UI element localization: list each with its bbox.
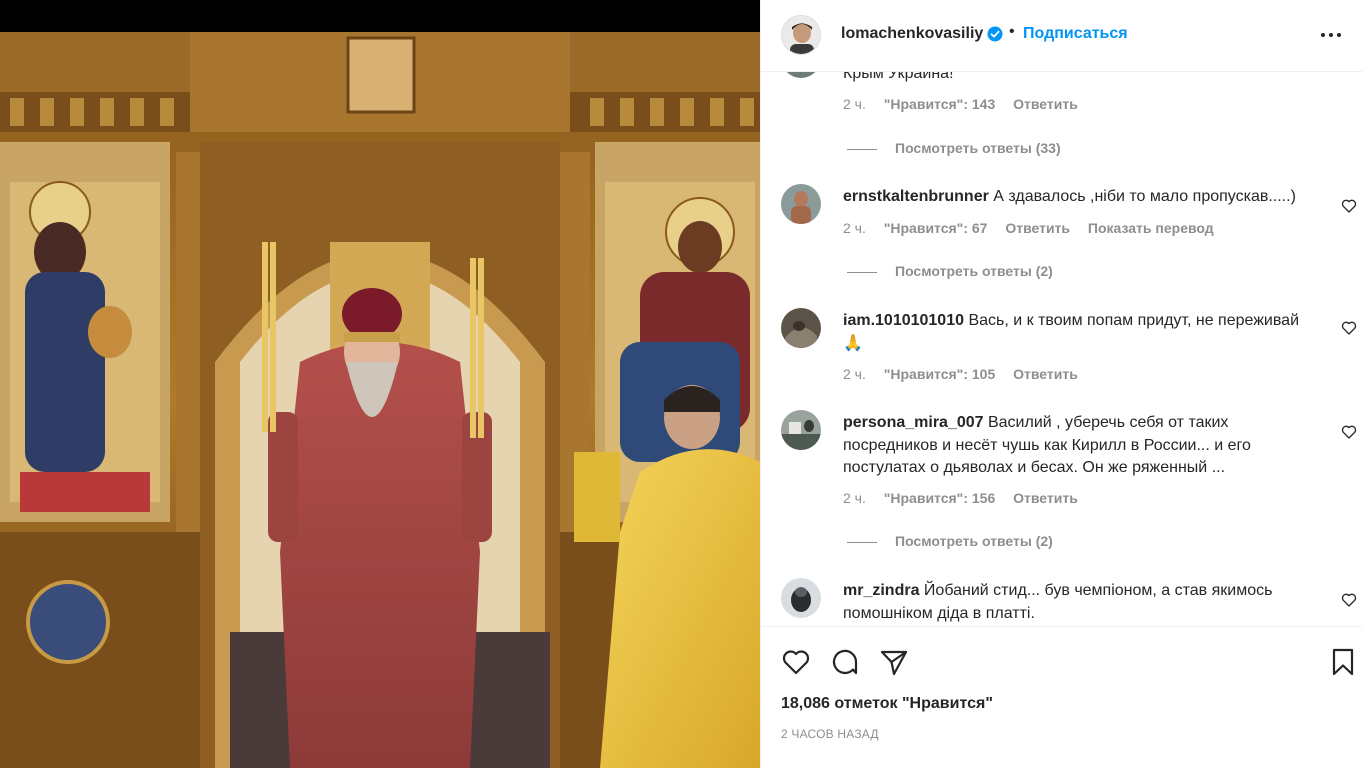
header-separator-dot: • [1009, 23, 1015, 40]
comment-time: 2 ч. [843, 366, 866, 382]
comment-username[interactable]: ernstkaltenbrunner [843, 188, 989, 205]
comment-heart-icon[interactable] [1341, 592, 1357, 608]
commenter-avatar[interactable] [781, 578, 821, 618]
comments-list[interactable]: Крым Украина! 2 ч. "Нравится": 143 Ответ… [761, 72, 1362, 626]
author-avatar[interactable] [781, 15, 821, 55]
comment-likes[interactable]: "Нравится": 156 [884, 490, 995, 506]
comment-time: 2 ч. [843, 96, 866, 112]
comment-text: А здавалось ,ніби то мало пропускав.....… [993, 188, 1296, 205]
comment-meta: 2 ч. "Нравится": 156 Ответить [843, 490, 1092, 506]
heart-icon[interactable] [781, 647, 811, 677]
translate-button[interactable]: Показать перевод [1088, 220, 1214, 236]
view-replies-label: Посмотреть ответы (2) [895, 533, 1053, 549]
comment-meta: 2 ч. "Нравится": 143 Ответить [843, 96, 1092, 112]
comment-username[interactable]: iam.1010101010 [843, 312, 964, 329]
replies-line [847, 148, 877, 150]
comment-meta: 2 ч. "Нравится": 105 Ответить [843, 366, 1092, 382]
comment-time: 2 ч. [843, 220, 866, 236]
post-actions: 18,086 отметок "Нравится" 2 ЧАСОВ НАЗАД [761, 626, 1362, 768]
share-icon[interactable] [879, 647, 909, 677]
reply-button[interactable]: Ответить [1013, 366, 1078, 382]
view-replies-button[interactable]: Посмотреть ответы (2) [847, 263, 1053, 279]
verified-badge-icon [987, 26, 1003, 42]
comment-time: 2 ч. [843, 490, 866, 506]
comment-content: iam.1010101010 Вась, и к твоим попам при… [843, 310, 1319, 355]
more-horizontal-icon[interactable] [1319, 26, 1343, 44]
replies-line [847, 271, 877, 273]
reply-button[interactable]: Ответить [1013, 96, 1078, 112]
likes-count[interactable]: 18,086 отметок "Нравится" [781, 695, 993, 713]
reply-button[interactable]: Ответить [1013, 490, 1078, 506]
reply-button[interactable]: Ответить [1005, 220, 1070, 236]
post-header: lomachenkovasiliy • Подписаться [761, 0, 1362, 72]
post-photo[interactable] [0, 32, 760, 768]
comment-item-partial: Крым Украина! 2 ч. "Нравится": 143 Ответ… [761, 72, 1362, 188]
view-replies-button[interactable]: Посмотреть ответы (2) [847, 533, 1053, 549]
commenter-avatar[interactable] [781, 184, 821, 224]
comment-text: Крым Украина! [843, 72, 954, 82]
comment-username[interactable]: mr_zindra [843, 582, 919, 599]
comment-heart-icon[interactable] [1341, 198, 1357, 214]
author-username[interactable]: lomachenkovasiliy [841, 25, 983, 43]
comment-content: persona_mira_007 Василий , уберечь себя … [843, 412, 1319, 480]
commenter-avatar[interactable] [781, 410, 821, 450]
comment-content: mr_zindra Йобаний стид... був чемпіоном,… [843, 580, 1319, 625]
follow-button[interactable]: Подписаться [1023, 25, 1128, 43]
comment-meta: 2 ч. "Нравится": 67 Ответить Показать пе… [843, 220, 1228, 236]
view-replies-button[interactable]: Посмотреть ответы (33) [847, 140, 1061, 156]
commenter-avatar[interactable] [781, 72, 821, 78]
post-panel: lomachenkovasiliy • Подписаться Крым Укр… [760, 0, 1362, 768]
post-photo-pane [0, 0, 760, 768]
comment-username[interactable]: persona_mira_007 [843, 414, 984, 431]
comment-likes[interactable]: "Нравится": 67 [884, 220, 988, 236]
bookmark-icon[interactable] [1328, 647, 1358, 677]
comment-likes[interactable]: "Нравится": 105 [884, 366, 995, 382]
view-replies-label: Посмотреть ответы (2) [895, 263, 1053, 279]
comment-icon[interactable] [830, 647, 860, 677]
photo-top-black-bar [0, 0, 760, 32]
comment-likes[interactable]: "Нравится": 143 [884, 96, 995, 112]
comment-heart-icon[interactable] [1341, 424, 1357, 440]
replies-line [847, 541, 877, 543]
commenter-avatar[interactable] [781, 308, 821, 348]
comment-content: ernstkaltenbrunner А здавалось ,ніби то … [843, 186, 1319, 209]
view-replies-label: Посмотреть ответы (33) [895, 140, 1061, 156]
comment-heart-icon[interactable] [1341, 320, 1357, 336]
post-time-ago[interactable]: 2 ЧАСОВ НАЗАД [781, 727, 879, 741]
